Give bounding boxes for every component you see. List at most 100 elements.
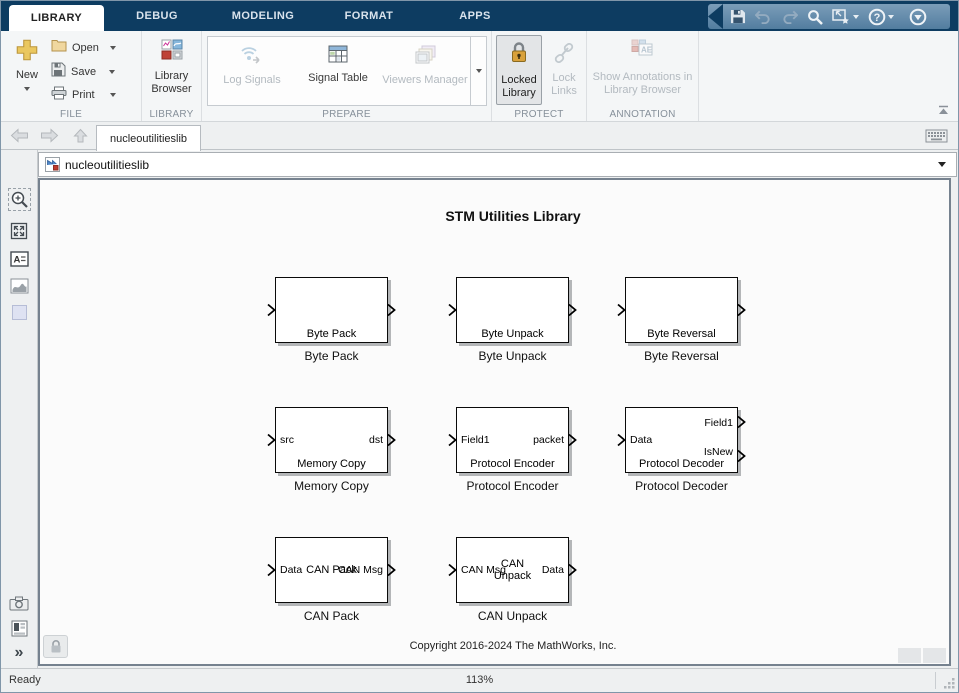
chevron-down-icon bbox=[476, 69, 482, 73]
save-button[interactable]: Save bbox=[51, 62, 139, 82]
tab-apps[interactable]: APPS bbox=[422, 1, 528, 31]
viewers-manager-button[interactable]: Viewers Manager bbox=[380, 37, 470, 105]
address-row: nucleoutilitieslib bbox=[1, 150, 958, 178]
input-port-icon[interactable] bbox=[617, 304, 626, 317]
output-port-icon[interactable] bbox=[387, 564, 396, 577]
print-button[interactable]: Print bbox=[51, 85, 139, 105]
simulink-library-window: LIBRARY DEBUG MODELING FORMAT APPS bbox=[0, 0, 959, 693]
new-button[interactable]: New bbox=[7, 37, 47, 107]
tab-debug[interactable]: DEBUG bbox=[104, 1, 210, 31]
redo-icon[interactable] bbox=[781, 10, 798, 24]
zoom-level: 113% bbox=[1, 674, 958, 686]
screenshot-camera-icon[interactable] bbox=[9, 596, 29, 611]
output-port-icon[interactable] bbox=[387, 434, 396, 447]
report-icon[interactable] bbox=[11, 620, 28, 637]
input-port-icon[interactable] bbox=[267, 564, 276, 577]
add-to-quick-access-icon[interactable] bbox=[832, 8, 859, 25]
gallery-dropdown-button[interactable] bbox=[470, 37, 486, 105]
chevron-down-icon bbox=[110, 93, 116, 97]
ribbon-section-library: Library Browser LIBRARY bbox=[142, 31, 202, 121]
breadcrumb: nucleoutilitieslib bbox=[65, 158, 933, 172]
toolstrip-tab-bar: LIBRARY DEBUG MODELING FORMAT APPS bbox=[1, 1, 958, 31]
block-can-pack[interactable]: Data CAN Msg CAN Pack CAN Pack bbox=[275, 537, 388, 603]
tab-library[interactable]: LIBRARY bbox=[9, 5, 104, 31]
save-icon[interactable] bbox=[730, 9, 746, 24]
block-protocol-decoder[interactable]: Data Field1 IsNew Protocol Decoder Proto… bbox=[625, 407, 738, 473]
quick-access-notch bbox=[708, 4, 723, 29]
scroll-corner bbox=[898, 648, 921, 663]
input-port-icon[interactable] bbox=[448, 434, 457, 447]
ribbon-section-annotation: AE Show Annotations in Library Browser A… bbox=[587, 31, 699, 121]
chevron-down-icon bbox=[853, 15, 859, 19]
image-tool-icon[interactable] bbox=[10, 278, 29, 294]
new-plus-icon bbox=[14, 37, 40, 68]
help-icon[interactable]: ? bbox=[868, 8, 894, 26]
minimize-ribbon-icon[interactable] bbox=[909, 8, 927, 26]
block-byte-reversal[interactable]: Byte Reversal Byte Reversal bbox=[625, 277, 738, 343]
resize-grip-icon[interactable] bbox=[944, 678, 956, 690]
output-port-icon[interactable] bbox=[737, 416, 746, 429]
input-port-icon[interactable] bbox=[448, 564, 457, 577]
undo-icon[interactable] bbox=[755, 10, 772, 24]
block-byte-unpack[interactable]: Byte Unpack Byte Unpack bbox=[456, 277, 569, 343]
input-port-icon[interactable] bbox=[448, 304, 457, 317]
block-memory-copy[interactable]: src dst Memory Copy Memory Copy bbox=[275, 407, 388, 473]
status-bar: Ready 113% bbox=[1, 668, 958, 692]
scroll-corner bbox=[923, 648, 946, 663]
lock-links-button[interactable]: Lock Links bbox=[544, 35, 584, 107]
input-port-icon[interactable] bbox=[617, 434, 626, 447]
library-model-icon bbox=[45, 157, 60, 172]
ribbon-section-protect: Locked Library Lock Links PROTECT bbox=[492, 31, 587, 121]
prepare-gallery: Log Signals Signal Table Viewers Manager bbox=[207, 36, 487, 106]
log-signals-button[interactable]: Log Signals bbox=[208, 37, 296, 105]
address-bar[interactable]: nucleoutilitieslib bbox=[38, 152, 957, 177]
zoom-tool-icon[interactable] bbox=[8, 188, 31, 211]
back-icon[interactable] bbox=[10, 128, 29, 143]
open-button[interactable]: Open bbox=[51, 38, 139, 58]
tab-format[interactable]: FORMAT bbox=[316, 1, 422, 31]
show-annotations-button[interactable]: AE Show Annotations in Library Browser bbox=[587, 31, 698, 97]
search-icon[interactable] bbox=[807, 9, 823, 25]
output-port-icon[interactable] bbox=[568, 304, 577, 317]
open-folder-icon bbox=[51, 39, 67, 57]
svg-text:AE: AE bbox=[641, 46, 653, 55]
address-dropdown-icon[interactable] bbox=[938, 162, 946, 167]
chevron-down-icon bbox=[109, 70, 115, 74]
log-signals-icon bbox=[240, 45, 264, 70]
library-browser-icon bbox=[161, 39, 183, 65]
up-icon[interactable] bbox=[71, 126, 86, 145]
block-byte-pack[interactable]: Byte Pack Byte Pack bbox=[275, 277, 388, 343]
palette-sidebar: A » bbox=[1, 150, 38, 668]
block-can-unpack[interactable]: CAN Msg Data CAN Unpack CAN Unpack bbox=[456, 537, 569, 603]
fit-to-view-icon[interactable] bbox=[10, 222, 28, 240]
output-port-icon[interactable] bbox=[568, 434, 577, 447]
document-tab[interactable]: nucleoutilitieslib bbox=[96, 125, 201, 151]
output-port-icon[interactable] bbox=[737, 449, 746, 462]
area-box-tool-icon[interactable] bbox=[12, 305, 27, 320]
library-browser-button[interactable]: Library Browser bbox=[142, 31, 201, 121]
canvas-title: STM Utilities Library bbox=[353, 208, 673, 224]
input-port-icon[interactable] bbox=[267, 304, 276, 317]
locked-library-toggle[interactable]: Locked Library bbox=[496, 35, 542, 105]
document-tab-bar: nucleoutilitieslib bbox=[1, 122, 958, 150]
library-lock-badge[interactable] bbox=[43, 635, 68, 658]
ribbon: New Open Save bbox=[1, 31, 958, 122]
keyboard-shortcuts-icon[interactable] bbox=[925, 129, 948, 143]
signal-table-button[interactable]: Signal Table bbox=[296, 37, 380, 105]
output-port-icon[interactable] bbox=[737, 304, 746, 317]
forward-icon[interactable] bbox=[40, 128, 59, 143]
collapse-ribbon-icon[interactable] bbox=[937, 105, 950, 116]
tab-modeling[interactable]: MODELING bbox=[210, 1, 316, 31]
annotations-icon: AE bbox=[631, 39, 655, 65]
copyright-text: Copyright 2016-2024 The MathWorks, Inc. bbox=[353, 640, 673, 652]
expand-palette-icon[interactable]: » bbox=[15, 646, 24, 660]
status-divider bbox=[935, 672, 936, 689]
output-port-icon[interactable] bbox=[387, 304, 396, 317]
block-protocol-encoder[interactable]: Field1 packet Protocol Encoder Protocol … bbox=[456, 407, 569, 473]
library-canvas[interactable]: STM Utilities Library Byte Pack Byte Pac… bbox=[38, 178, 951, 666]
output-port-icon[interactable] bbox=[568, 564, 577, 577]
main-area: A » STM Utilities Library bbox=[1, 178, 958, 668]
lock-icon bbox=[509, 41, 529, 70]
input-port-icon[interactable] bbox=[267, 434, 276, 447]
annotation-tool-icon[interactable]: A bbox=[10, 251, 29, 267]
